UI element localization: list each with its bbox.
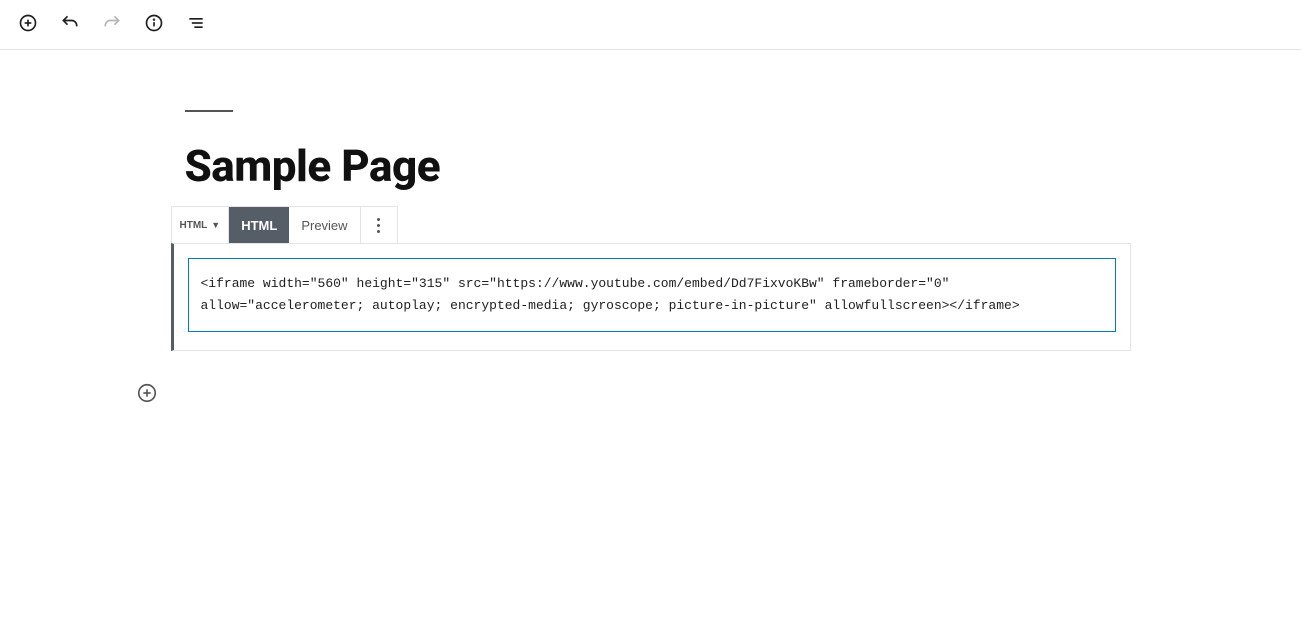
html-block: HTML ▼ HTML Preview bbox=[171, 206, 1131, 352]
block-body bbox=[171, 243, 1131, 351]
html-code-textarea[interactable] bbox=[188, 258, 1116, 332]
page-title[interactable]: Sample Page bbox=[185, 140, 1131, 192]
plus-circle-icon bbox=[18, 13, 38, 36]
redo-icon bbox=[102, 13, 122, 36]
block-toolbar: HTML ▼ HTML Preview bbox=[171, 206, 398, 244]
html-tab[interactable]: HTML bbox=[229, 207, 289, 243]
add-block-below-button[interactable] bbox=[133, 380, 161, 408]
info-button[interactable] bbox=[136, 7, 172, 43]
preview-tab[interactable]: Preview bbox=[289, 207, 359, 243]
chevron-down-icon: ▼ bbox=[211, 220, 220, 230]
outline-button[interactable] bbox=[178, 7, 214, 43]
add-block-button[interactable] bbox=[10, 7, 46, 43]
editor-top-toolbar bbox=[0, 0, 1301, 50]
add-block-below bbox=[133, 380, 1131, 408]
block-type-label: HTML bbox=[180, 220, 208, 231]
block-type-selector[interactable]: HTML ▼ bbox=[172, 207, 229, 243]
title-divider bbox=[185, 110, 233, 112]
plus-circle-icon bbox=[136, 382, 158, 407]
editor-canvas: Sample Page HTML ▼ HTML Preview bbox=[171, 50, 1131, 408]
redo-button[interactable] bbox=[94, 7, 130, 43]
info-icon bbox=[144, 13, 164, 36]
more-options-button[interactable] bbox=[361, 207, 397, 243]
undo-icon bbox=[60, 13, 80, 36]
outline-icon bbox=[186, 13, 206, 36]
undo-button[interactable] bbox=[52, 7, 88, 43]
more-vertical-icon bbox=[377, 218, 380, 233]
